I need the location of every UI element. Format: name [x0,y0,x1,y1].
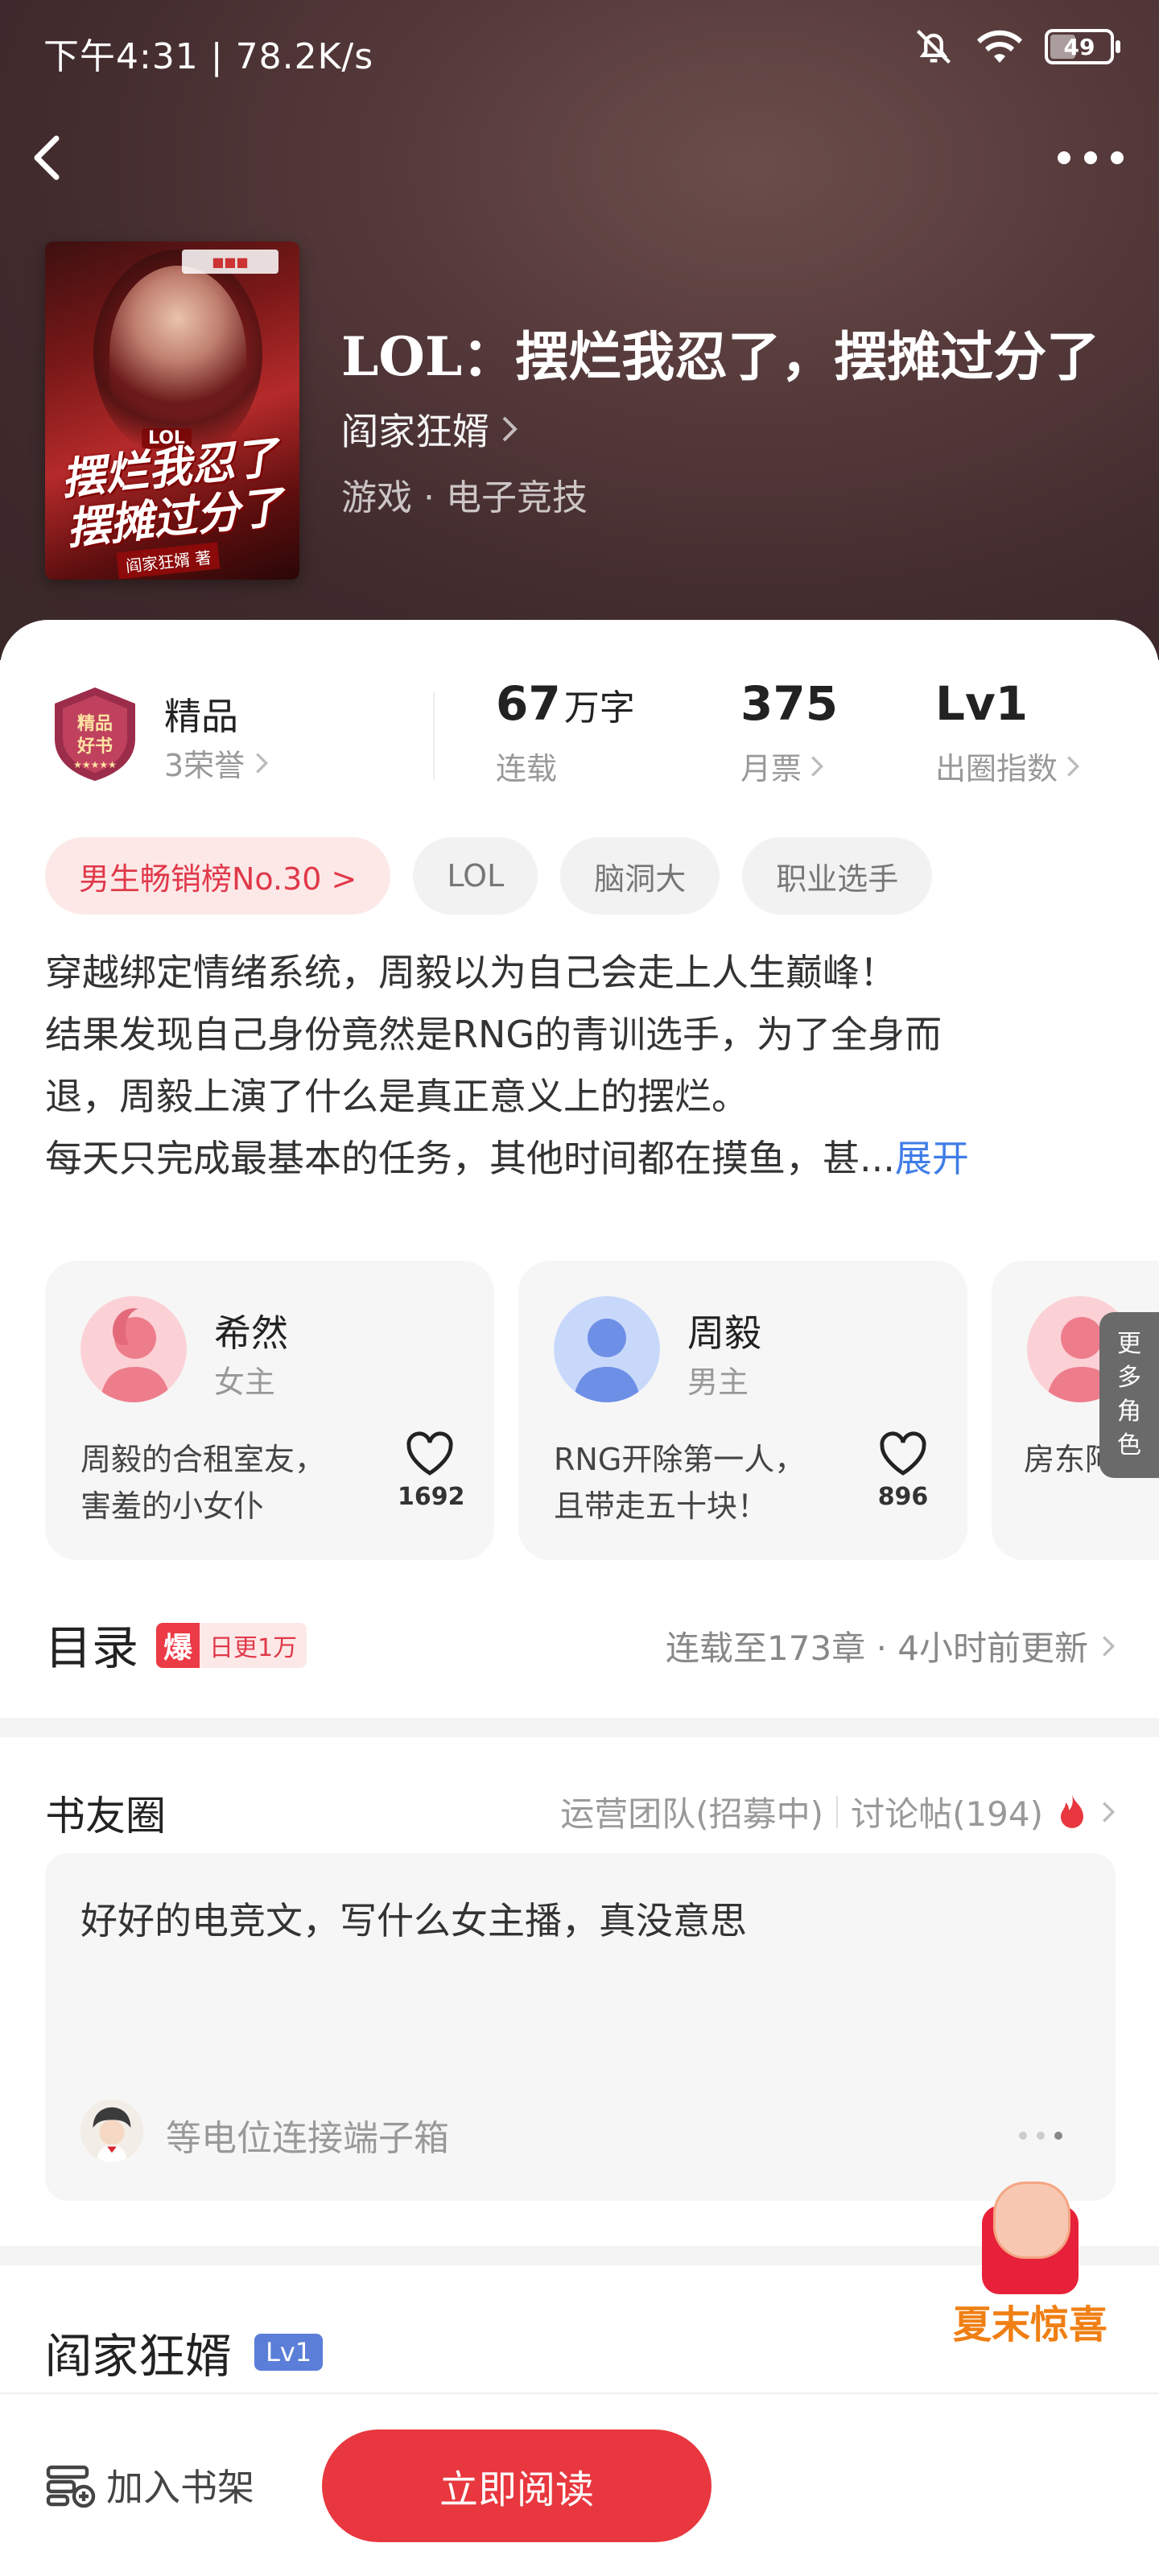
catalog-title: 目录 [45,1620,139,1675]
book-header: 下午4:31 | 78.2K/s 49 ■■■ LOL 摆烂我忍了 摆摊过分了 [0,0,1159,660]
summer-promo-widget[interactable]: 夏末惊喜 [950,2182,1111,2351]
like-count: 1692 [398,1483,465,1511]
svg-text:好书: 好书 [76,736,113,757]
character-list: 希然 女主 周毅的合租室友， 害羞的小女仆 1692 周毅 男主 RNG开除第一人… [45,1261,1159,1560]
stat-word-count: 67 万字 连载 [496,676,635,786]
author-section[interactable]: 阎家狂婿 Lv1 [45,2318,324,2386]
book-cover[interactable]: ■■■ LOL 摆烂我忍了 摆摊过分了 阎家狂婿 著 [45,242,299,580]
chevron-right-icon [1067,755,1080,777]
stat-monthly-tickets[interactable]: 375 月票 [740,676,838,788]
hand-icon [993,2182,1070,2259]
circle-links[interactable]: 运营团队(招募中) 讨论帖(194) [560,1787,1116,1836]
male-avatar-icon [554,1296,660,1402]
character-card[interactable]: 周毅 男主 RNG开除第一人， 且带走五十块！ 896 [518,1261,967,1560]
post-card[interactable]: 好好的电竞文，写什么女主播，真没意思 等电位连接端子箱 [45,1853,1116,2201]
stats-divider [433,692,435,781]
character-role: 男主 [687,1364,749,1400]
wifi-icon [977,30,1022,63]
add-to-shelf-label: 加入书架 [106,2466,254,2509]
synopsis-line: 退，周毅上演了什么是真正意义上的摆烂。 [45,1075,749,1118]
flame-icon [1061,1794,1083,1828]
like-count: 896 [877,1483,929,1511]
status-bar: 下午4:31 | 78.2K/s 49 [0,0,1159,97]
add-to-shelf-button[interactable]: 加入书架 [45,2458,254,2512]
chevron-right-icon [811,755,824,777]
premium-badge-icon[interactable]: 精品 好书 ★★★★★ [45,684,145,784]
stats-row: 精品 好书 ★★★★★ 精品 3荣誉 67 万字 连载 375 月票 Lv1 出圈… [0,668,1159,789]
more-options-icon[interactable] [1054,135,1127,180]
chevron-right-icon [1103,1635,1116,1657]
synopsis-line: 穿越绑定情绪系统，周毅以为自己会走上人生巅峰！ [45,951,897,994]
bottom-action-bar: 加入书架 立即阅读 [0,2392,1159,2576]
post-username: 等电位连接端子箱 [166,2118,449,2159]
author-level-badge: Lv1 [254,2334,324,2371]
chevron-right-icon [1103,1801,1116,1823]
synopsis-line: 结果发现自己身份竟然是RNG的青训选手，为了全身而 [45,1013,942,1056]
svg-text:★★★★★: ★★★★★ [73,759,117,770]
character-desc: RNG开除第一人， 且带走五十块！ [554,1442,806,1524]
back-arrow-icon[interactable] [24,129,72,187]
author-link[interactable]: 阎家狂婿 [341,402,518,456]
status-time-speed: 下午4:31 | 78.2K/s [43,36,374,77]
chevron-right-icon [256,752,269,774]
synopsis[interactable]: 穿越绑定情绪系统，周毅以为自己会走上人生巅峰！ 结果发现自己身份竟然是RNG的青… [45,942,1116,1190]
catalog-status: 连载至173章 · 4小时前更新 [666,1621,1116,1670]
post-text: 好好的电竞文，写什么女主播，真没意思 [80,1899,747,1942]
heart-icon [880,1431,926,1476]
catalog-row[interactable]: 目录 爆 日更1万 连载至173章 · 4小时前更新 [45,1602,1116,1682]
status-icons: 49 [913,26,1120,68]
like-button[interactable]: 896 [871,1430,935,1511]
cover-publisher-logo: ■■■ [182,250,278,274]
synopsis-line: 每天只完成最基本的任务，其他时间都在摸鱼，甚...展开 [45,1137,969,1180]
character-role: 女主 [214,1364,276,1400]
tag-list: 男生畅销榜No.30 > LOL 脑洞大 职业选手 [45,837,933,914]
promo-text: 夏末惊喜 [952,2302,1107,2347]
book-genre: 游戏 · 电子竞技 [341,477,588,518]
tag-item[interactable]: 脑洞大 [560,837,720,914]
character-desc: 周毅的合租室友， 害羞的小女仆 [80,1442,326,1524]
character-card[interactable]: 希然 女主 周毅的合租室友， 害羞的小女仆 1692 [45,1261,494,1560]
battery-level: 49 [1063,33,1095,60]
character-name: 周毅 [687,1311,761,1355]
tag-item[interactable]: LOL [413,837,538,914]
female-avatar-icon [80,1296,187,1402]
svg-text:精品: 精品 [77,713,113,734]
stat-popularity-index[interactable]: Lv1 出圈指数 [935,676,1080,788]
cover-title: 摆烂我忍了 摆摊过分了 [59,431,286,555]
badge-title: 精品 [164,695,238,738]
tag-rank[interactable]: 男生畅销榜No.30 > [45,837,391,914]
tag-item[interactable]: 职业选手 [742,837,933,914]
user-avatar[interactable] [80,2099,143,2162]
honors-link[interactable]: 3荣誉 [164,741,269,785]
ops-team-link[interactable]: 运营团队(招募中) [560,1787,823,1836]
expand-link[interactable]: 展开 [895,1137,969,1180]
more-characters-button[interactable]: 更多角色 [1099,1312,1159,1478]
like-button[interactable]: 1692 [398,1430,465,1511]
battery-icon: 49 [1045,29,1120,64]
author-name: 阎家狂婿 [341,410,489,453]
chevron-right-icon [502,416,518,442]
circle-title: 书友圈 [45,1793,166,1839]
discussion-link[interactable]: 讨论帖(194) [851,1787,1043,1836]
character-name: 希然 [214,1311,288,1355]
read-now-button[interactable]: 立即阅读 [322,2429,711,2542]
heart-icon [406,1431,453,1476]
section-divider [0,1718,1159,1737]
book-title: LOL：摆烂我忍了，摆摊过分了 [341,325,1100,388]
bookshelf-add-icon [46,2465,96,2508]
author-section-name: 阎家狂婿 [45,2329,233,2384]
hot-badge: 爆 日更1万 [156,1623,307,1668]
pager-dots [1019,2132,1062,2140]
bell-off-icon [916,29,951,64]
